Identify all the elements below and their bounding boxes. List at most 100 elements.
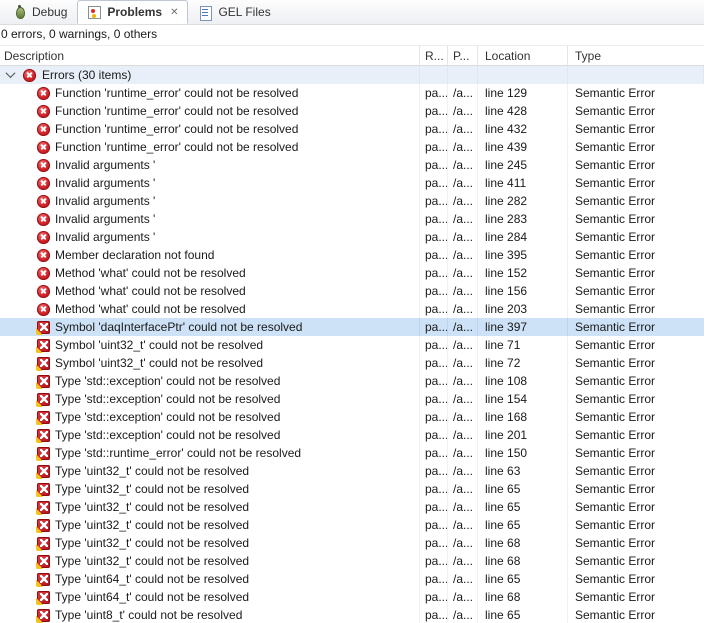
problem-resource: pa... [420, 336, 448, 354]
problem-row[interactable]: Symbol 'daqInterfacePtr' could not be re… [0, 318, 704, 336]
problem-type: Semantic Error [575, 410, 656, 424]
problem-row[interactable]: Symbol 'uint32_t' could not be resolved … [0, 354, 704, 372]
problem-description: Type 'uint32_t' could not be resolved [55, 482, 250, 496]
problem-resource: pa... [420, 300, 448, 318]
problem-location: line 65 [478, 480, 568, 498]
problem-location: line 154 [478, 390, 568, 408]
problem-type: Semantic Error [575, 320, 656, 334]
problem-row[interactable]: Type 'uint32_t' could not be resolved pa… [0, 462, 704, 480]
summary-line: 0 errors, 0 warnings, 0 others [0, 25, 704, 45]
problem-type: Semantic Error [575, 392, 656, 406]
problem-row[interactable]: Member declaration not found pa... /a...… [0, 246, 704, 264]
problem-row[interactable]: Type 'std::exception' could not be resol… [0, 426, 704, 444]
problem-location: line 439 [478, 138, 568, 156]
problem-row[interactable]: Invalid arguments ' pa... /a... line 282… [0, 192, 704, 210]
problem-row[interactable]: Function 'runtime_error' could not be re… [0, 138, 704, 156]
problem-path: /a... [448, 300, 478, 318]
problem-path: /a... [448, 426, 478, 444]
problem-description: Type 'uint8_t' could not be resolved [55, 608, 243, 622]
problem-description: Type 'uint32_t' could not be resolved [55, 518, 250, 532]
problem-row[interactable]: Method 'what' could not be resolved pa..… [0, 282, 704, 300]
problem-row[interactable]: Type 'uint32_t' could not be resolved pa… [0, 516, 704, 534]
error-icon [37, 176, 50, 190]
tab-problems[interactable]: Problems ✕ [77, 0, 189, 24]
problem-row[interactable]: Invalid arguments ' pa... /a... line 411… [0, 174, 704, 192]
problem-row[interactable]: Type 'uint64_t' could not be resolved pa… [0, 588, 704, 606]
problem-resource: pa... [420, 606, 448, 623]
problem-type: Semantic Error [575, 284, 656, 298]
problem-resource: pa... [420, 228, 448, 246]
tab-label: Debug [32, 5, 68, 19]
problem-description: Type 'std::exception' could not be resol… [55, 410, 281, 424]
problem-type: Semantic Error [575, 482, 656, 496]
problem-location: line 282 [478, 192, 568, 210]
problem-path: /a... [448, 408, 478, 426]
problem-type: Semantic Error [575, 266, 656, 280]
problem-location: line 432 [478, 120, 568, 138]
problem-row[interactable]: Type 'uint8_t' could not be resolved pa.… [0, 606, 704, 623]
problem-location: line 65 [478, 570, 568, 588]
problem-description: Type 'uint32_t' could not be resolved [55, 536, 250, 550]
problem-location: line 168 [478, 408, 568, 426]
problem-row[interactable]: Method 'what' could not be resolved pa..… [0, 264, 704, 282]
problem-path: /a... [448, 246, 478, 264]
problem-path: /a... [448, 480, 478, 498]
problem-row[interactable]: Type 'uint32_t' could not be resolved pa… [0, 552, 704, 570]
problem-row[interactable]: Invalid arguments ' pa... /a... line 245… [0, 156, 704, 174]
col-header-location[interactable]: Location [478, 46, 568, 65]
problem-path: /a... [448, 552, 478, 570]
problem-path: /a... [448, 570, 478, 588]
error-icon [37, 104, 50, 118]
problem-location: line 108 [478, 372, 568, 390]
problem-row[interactable]: Symbol 'uint32_t' could not be resolved … [0, 336, 704, 354]
problem-row[interactable]: Invalid arguments ' pa... /a... line 283… [0, 210, 704, 228]
error-icon [37, 140, 50, 154]
problem-description: Type 'uint32_t' could not be resolved [55, 554, 250, 568]
tab-gel-files[interactable]: GEL Files [188, 0, 280, 24]
problem-description: Type 'uint64_t' could not be resolved [55, 590, 250, 604]
tab-debug[interactable]: Debug [2, 0, 77, 24]
problem-row[interactable]: Method 'what' could not be resolved pa..… [0, 300, 704, 318]
problem-description: Function 'runtime_error' could not be re… [55, 104, 299, 118]
problem-path: /a... [448, 174, 478, 192]
col-header-resource[interactable]: R... [420, 46, 448, 65]
problem-description: Type 'uint64_t' could not be resolved [55, 572, 250, 586]
col-header-path[interactable]: P... [448, 46, 478, 65]
col-header-description[interactable]: Description [0, 46, 420, 65]
problem-row[interactable]: Type 'uint32_t' could not be resolved pa… [0, 480, 704, 498]
problem-row[interactable]: Type 'uint32_t' could not be resolved pa… [0, 534, 704, 552]
problem-resource: pa... [420, 408, 448, 426]
problem-type: Semantic Error [575, 86, 656, 100]
semantic-error-icon [36, 320, 50, 335]
col-header-type[interactable]: Type [568, 46, 704, 65]
error-group-row[interactable]: Errors (30 items) [0, 66, 704, 84]
problem-row[interactable]: Type 'uint32_t' could not be resolved pa… [0, 498, 704, 516]
problem-type: Semantic Error [575, 302, 656, 316]
problem-resource: pa... [420, 192, 448, 210]
problem-type: Semantic Error [575, 518, 656, 532]
problem-row[interactable]: Type 'uint64_t' could not be resolved pa… [0, 570, 704, 588]
problem-row[interactable]: Type 'std::exception' could not be resol… [0, 390, 704, 408]
problem-row[interactable]: Function 'runtime_error' could not be re… [0, 84, 704, 102]
problem-description: Method 'what' could not be resolved [55, 284, 246, 298]
problem-row[interactable]: Type 'std::exception' could not be resol… [0, 372, 704, 390]
close-icon[interactable]: ✕ [170, 7, 178, 18]
semantic-error-icon [36, 500, 50, 515]
error-icon [37, 122, 50, 136]
problem-description: Invalid arguments ' [55, 194, 156, 208]
problem-row[interactable]: Type 'std::runtime_error' could not be r… [0, 444, 704, 462]
problem-row[interactable]: Function 'runtime_error' could not be re… [0, 120, 704, 138]
error-icon [37, 302, 50, 316]
error-icon [37, 86, 50, 100]
problem-row[interactable]: Function 'runtime_error' could not be re… [0, 102, 704, 120]
chevron-expanded-icon[interactable] [5, 67, 16, 78]
problem-location: line 283 [478, 210, 568, 228]
problem-resource: pa... [420, 390, 448, 408]
problem-row[interactable]: Invalid arguments ' pa... /a... line 284… [0, 228, 704, 246]
problem-description: Function 'runtime_error' could not be re… [55, 140, 299, 154]
problem-location: line 68 [478, 534, 568, 552]
debug-icon [12, 4, 27, 20]
view-tabbar: Debug Problems ✕ GEL Files [0, 0, 704, 25]
problem-row[interactable]: Type 'std::exception' could not be resol… [0, 408, 704, 426]
problem-description: Type 'std::exception' could not be resol… [55, 374, 281, 388]
